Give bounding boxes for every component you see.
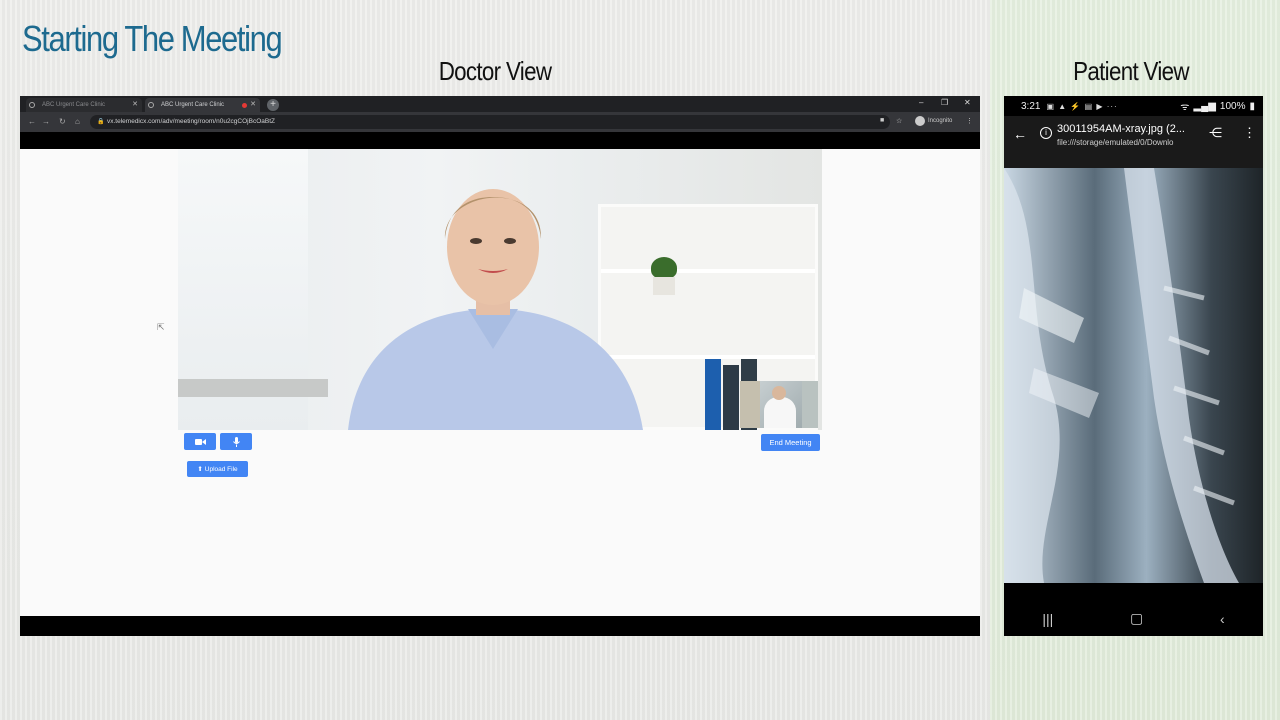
upload-label: Upload File: [204, 465, 238, 473]
image-viewer-app-bar: ← i 30011954AM-xray.jpg (2... file:///st…: [1004, 116, 1263, 168]
signal-icon: ▂▄▆: [1193, 100, 1216, 112]
toggle-microphone-button[interactable]: [220, 433, 252, 450]
restore-icon[interactable]: ❐: [941, 98, 948, 107]
self-view-video: [740, 381, 818, 428]
minimize-icon[interactable]: –: [919, 98, 923, 107]
incognito-label: Incognito: [928, 118, 953, 124]
patient-view-label: Patient View: [1073, 56, 1189, 86]
more-options-icon[interactable]: ⋮: [1243, 125, 1256, 141]
browser-tab-1[interactable]: ABC Urgent Care Clinic ✕: [26, 98, 142, 112]
camera-icon[interactable]: ■: [880, 117, 884, 124]
toggle-camera-button[interactable]: [184, 433, 216, 450]
upload-icon: ⬆: [197, 466, 203, 473]
upload-file-button[interactable]: ⬆ Upload File: [187, 461, 248, 477]
reload-icon[interactable]: ↻: [59, 117, 66, 126]
battery-icon: ▮: [1249, 100, 1255, 112]
video-camera-icon: [194, 438, 206, 445]
home-icon[interactable]: ▢: [1130, 610, 1143, 627]
page-top-band: [20, 132, 980, 149]
taskbar-band: [20, 616, 980, 636]
lock-icon: 🔒: [97, 119, 105, 125]
background-sill: [178, 379, 328, 397]
slide-title: Starting The Meeting: [22, 18, 283, 59]
close-window-icon[interactable]: ✕: [964, 98, 971, 107]
file-name: 30011954AM-xray.jpg (2...: [1057, 123, 1185, 135]
star-icon[interactable]: ☆: [896, 117, 902, 125]
patient-video-person: [348, 189, 643, 430]
menu-icon[interactable]: ⋮: [966, 117, 973, 125]
doctor-view-label: Doctor View: [438, 56, 552, 86]
tab-strip: ABC Urgent Care Clinic ✕ ABC Urgent Care…: [20, 96, 980, 112]
phone-status-bar: 3:21 ▣ ▲ ⚡ ▤ ▶ ··· ᯤ ▂▄▆ 100% ▮: [1004, 96, 1263, 116]
end-meeting-button[interactable]: End Meeting: [761, 434, 820, 451]
xray-image: [1004, 168, 1263, 583]
home-icon[interactable]: ⌂: [75, 117, 80, 126]
close-tab-icon[interactable]: ✕: [250, 100, 256, 108]
system-status: ᯤ ▂▄▆ 100% ▮: [1180, 99, 1255, 114]
doctor-browser-window: ABC Urgent Care Clinic ✕ ABC Urgent Care…: [20, 96, 980, 636]
address-toolbar: ← → ↻ ⌂ 🔒 vx.telemedicx.com/adv/meeting/…: [20, 112, 980, 132]
wifi-icon: ᯤ: [1180, 102, 1190, 113]
url-text: vx.telemedicx.com/adv/meeting/room/n0u2c…: [107, 118, 275, 125]
notification-icons: ▣ ▲ ⚡ ▤ ▶ ···: [1046, 101, 1118, 111]
battery-level: 100%: [1219, 100, 1246, 112]
incognito-indicator[interactable]: Incognito: [915, 116, 952, 126]
tab-title: ABC Urgent Care Clinic: [42, 102, 106, 108]
forward-icon[interactable]: →: [42, 117, 50, 126]
remote-video: [178, 149, 822, 430]
file-path: file:///storage/emulated/0/Downlo: [1057, 138, 1174, 147]
back-icon[interactable]: ‹: [1220, 611, 1225, 627]
back-arrow-icon[interactable]: ←: [1013, 126, 1027, 142]
close-tab-icon[interactable]: ✕: [132, 100, 138, 108]
address-bar[interactable]: 🔒 vx.telemedicx.com/adv/meeting/room/n0u…: [90, 115, 890, 129]
globe-icon: [148, 102, 154, 108]
tab-title: ABC Urgent Care Clinic: [161, 102, 225, 108]
status-time: 3:21: [1021, 100, 1041, 112]
browser-tab-2[interactable]: ABC Urgent Care Clinic ✕: [145, 98, 260, 112]
recent-apps-icon[interactable]: |||: [1042, 611, 1053, 627]
share-icon[interactable]: ⋲: [1209, 125, 1222, 141]
recording-indicator-icon: [242, 103, 247, 108]
android-nav-bar: ||| ▢ ‹: [1004, 601, 1263, 636]
mouse-cursor-icon: ⇱: [157, 322, 165, 332]
info-icon[interactable]: i: [1040, 127, 1052, 139]
incognito-icon: [915, 116, 925, 126]
new-tab-button[interactable]: +: [267, 99, 279, 111]
patient-phone-screen: 3:21 ▣ ▲ ⚡ ▤ ▶ ··· ᯤ ▂▄▆ 100% ▮ ← i 3001…: [1004, 96, 1263, 636]
microphone-icon: [232, 436, 240, 447]
globe-icon: [29, 102, 35, 108]
back-icon[interactable]: ←: [28, 117, 36, 126]
